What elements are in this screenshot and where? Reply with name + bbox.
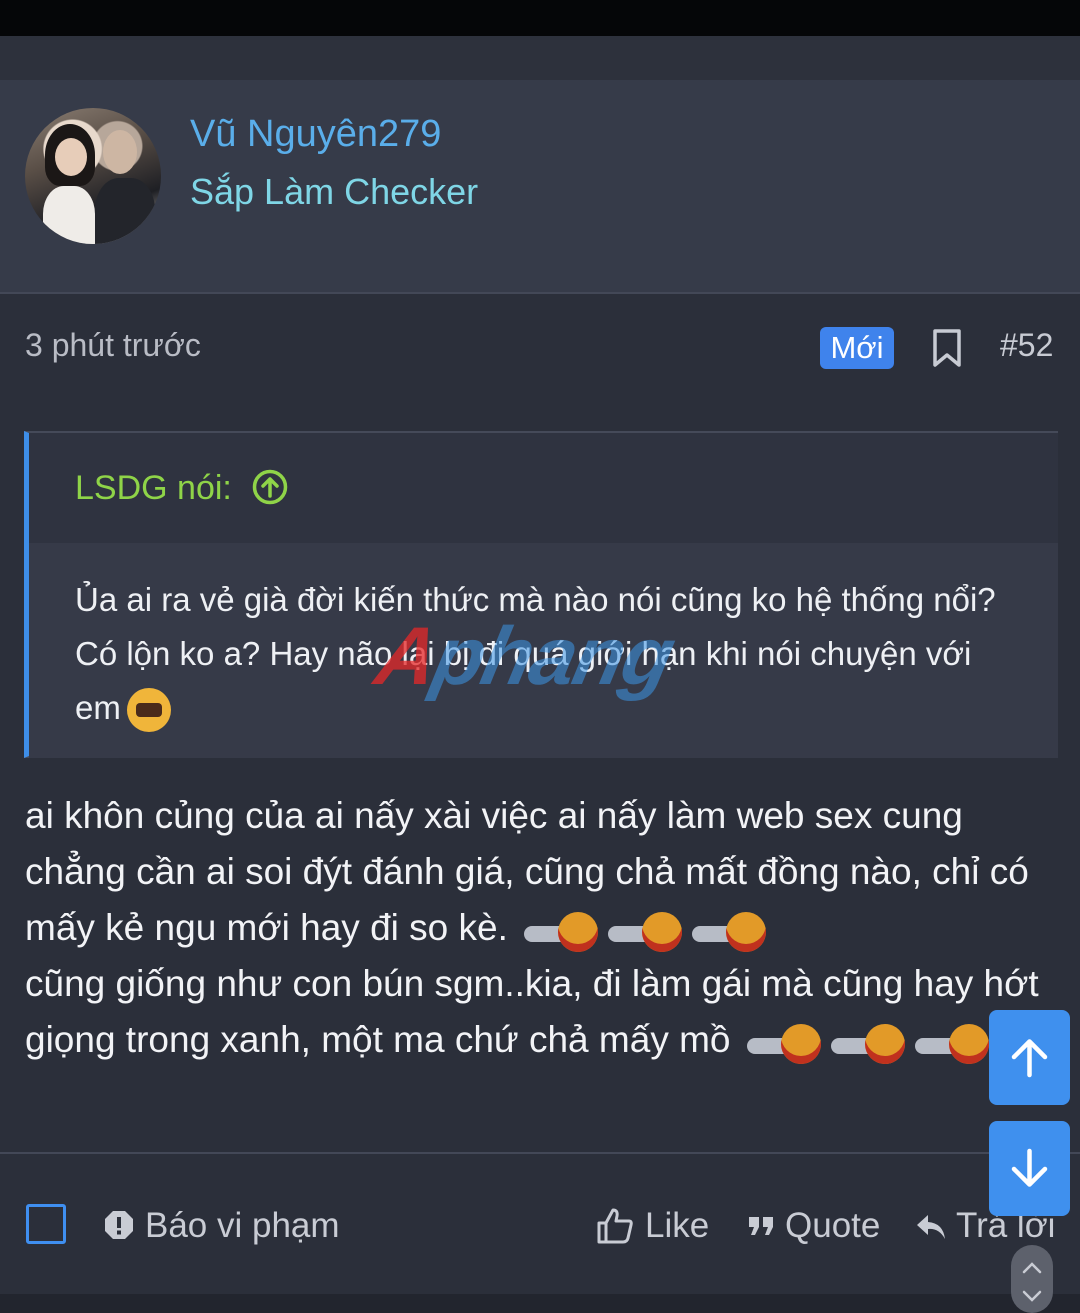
page-scroll-control[interactable] — [1011, 1245, 1053, 1313]
report-button[interactable]: Báo vi phạm — [145, 1206, 340, 1246]
avatar[interactable] — [25, 108, 161, 244]
alert-icon[interactable] — [104, 1210, 134, 1240]
thumbs-up-icon[interactable] — [596, 1207, 634, 1245]
quote-header: LSDG nói: — [29, 433, 1058, 543]
reply-icon[interactable] — [915, 1212, 947, 1242]
avatar-dress — [43, 186, 95, 244]
quote-button[interactable]: Quote — [785, 1206, 880, 1246]
laugh-emoji-icon — [608, 908, 686, 953]
select-post-checkbox[interactable] — [26, 1204, 66, 1244]
post-body: ai khôn củng của ai nấy xài việc ai nấy … — [25, 788, 1060, 1068]
post-number-link[interactable]: #52 — [1000, 327, 1053, 364]
bookmark-icon[interactable] — [930, 328, 964, 368]
chevron-up-icon[interactable] — [1022, 1261, 1042, 1275]
post-meta-bar: 3 phút trước Mới #52 — [0, 294, 1080, 404]
arrow-down-icon — [1011, 1148, 1048, 1187]
watermark-logo: Aphang — [368, 610, 681, 704]
like-button[interactable]: Like — [645, 1206, 709, 1246]
avatar-suit — [95, 178, 155, 244]
avatar-face-2 — [103, 130, 137, 174]
avatar-face — [55, 138, 87, 176]
post-actions-bar: Báo vi phạm Like Quote Trả lời — [0, 1154, 1080, 1294]
arrow-up-icon — [1011, 1039, 1048, 1078]
quote-author[interactable]: LSDG nói: — [75, 469, 232, 508]
username-link[interactable]: Vũ Nguyên279 — [190, 113, 441, 156]
scroll-to-top-button[interactable] — [989, 1010, 1070, 1105]
scroll-to-bottom-button[interactable] — [989, 1121, 1070, 1216]
quote-icon[interactable] — [748, 1214, 774, 1238]
watermark-rest: phang — [425, 611, 681, 702]
sleep-emoji-icon — [126, 688, 171, 733]
top-spacer — [0, 36, 1080, 80]
laugh-emoji-icon — [830, 1020, 909, 1065]
laugh-emoji-icon — [914, 1020, 993, 1065]
laugh-emoji-icon — [746, 1020, 825, 1065]
new-badge: Mới — [820, 327, 894, 369]
bottom-strip — [0, 1294, 1080, 1313]
laugh-emoji-icon — [524, 908, 602, 953]
arrow-up-circle-icon[interactable] — [252, 469, 288, 505]
laugh-emoji-icon — [692, 908, 770, 953]
quote-block: LSDG nói: Ủa ai ra vẻ già đời kiến thức … — [24, 431, 1058, 758]
system-status-bar — [0, 0, 1080, 36]
post-time[interactable]: 3 phút trước — [25, 327, 201, 364]
user-title: Sắp Làm Checker — [190, 171, 479, 212]
post-user-header: Vũ Nguyên279 Sắp Làm Checker — [0, 80, 1080, 294]
chevron-down-icon[interactable] — [1022, 1289, 1042, 1303]
